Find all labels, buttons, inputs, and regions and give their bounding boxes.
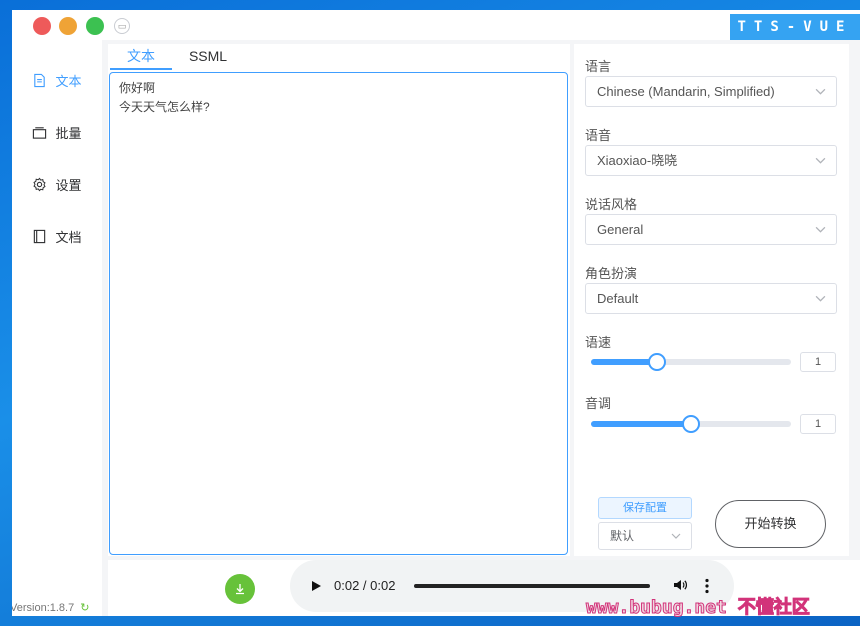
sidebar-item-label: 文档: [55, 229, 82, 245]
pin-icon[interactable]: ▭: [114, 18, 130, 34]
folder-icon: [33, 126, 47, 139]
refresh-icon[interactable]: ↻: [80, 602, 89, 614]
download-button[interactable]: [225, 574, 255, 604]
book-icon: [34, 229, 46, 243]
playback-progress-bar[interactable]: [414, 584, 650, 588]
chevron-down-icon: [815, 157, 826, 164]
pitch-input[interactable]: 1: [800, 414, 836, 434]
options-panel: 语言 Chinese (Mandarin, Simplified) 语音 Xia…: [574, 44, 849, 556]
language-select[interactable]: Chinese (Mandarin, Simplified): [585, 76, 837, 107]
watermark: www.bubug.net 不懂社区: [586, 597, 811, 619]
voice-select[interactable]: Xiaoxiao-晓晓: [585, 145, 837, 176]
document-icon: [34, 73, 46, 87]
save-config-button[interactable]: 保存配置: [598, 497, 692, 519]
maximize-window-button[interactable]: [86, 17, 104, 35]
close-window-button[interactable]: [33, 17, 51, 35]
pitch-slider-handle[interactable]: [682, 415, 700, 433]
tab-ssml[interactable]: SSML: [182, 44, 234, 70]
voice-label: 语音: [585, 128, 612, 143]
start-convert-button[interactable]: 开始转换: [715, 500, 826, 548]
sidebar-item-settings[interactable]: 设置: [12, 169, 102, 199]
version-label: Version:1.8.7 ↻: [12, 602, 90, 614]
speed-slider-handle[interactable]: [648, 353, 666, 371]
gear-icon: [33, 177, 47, 191]
sidebar: 文本 批量 设置 文档 Version:1.8.7 ↻: [12, 40, 102, 616]
sidebar-item-text[interactable]: 文本: [12, 65, 102, 95]
style-label: 说话风格: [585, 197, 638, 212]
role-select[interactable]: Default: [585, 283, 837, 314]
minimize-window-button[interactable]: [59, 17, 77, 35]
sidebar-item-label: 文本: [55, 73, 82, 89]
pitch-slider-fill: [591, 421, 691, 427]
editor-panel: 文本 SSML 你好啊 今天天气怎么样?: [108, 44, 570, 556]
download-icon: [236, 584, 244, 595]
sidebar-item-batch[interactable]: 批量: [12, 117, 102, 147]
title-bar: ▭ TTS-VUE: [12, 10, 860, 40]
pitch-label: 音调: [585, 396, 612, 411]
playback-time: 0:02 / 0:02: [334, 578, 396, 593]
tab-text[interactable]: 文本: [110, 44, 172, 70]
play-icon[interactable]: [310, 580, 322, 592]
language-label: 语言: [585, 59, 612, 74]
sidebar-item-label: 批量: [55, 125, 82, 141]
role-label: 角色扮演: [585, 266, 638, 281]
app-window: ▭ TTS-VUE 文本 批量 设置 文档 Version:1.8.7 ↻ 文本…: [12, 10, 860, 616]
app-brand: TTS-VUE: [730, 14, 860, 40]
chevron-down-icon: [815, 295, 826, 302]
chevron-down-icon: [815, 226, 826, 233]
pitch-slider[interactable]: [591, 415, 791, 433]
chevron-down-icon: [671, 533, 681, 539]
speed-label: 语速: [585, 335, 612, 350]
sidebar-item-label: 设置: [55, 177, 82, 193]
volume-icon[interactable]: [672, 577, 688, 593]
style-select[interactable]: General: [585, 214, 837, 245]
text-input[interactable]: 你好啊 今天天气怎么样?: [109, 72, 568, 555]
preset-select[interactable]: 默认: [598, 522, 692, 550]
speed-input[interactable]: 1: [800, 352, 836, 372]
editor-tabs: 文本 SSML: [108, 44, 570, 70]
speed-slider[interactable]: [591, 353, 791, 371]
chevron-down-icon: [815, 88, 826, 95]
sidebar-item-docs[interactable]: 文档: [12, 221, 102, 251]
